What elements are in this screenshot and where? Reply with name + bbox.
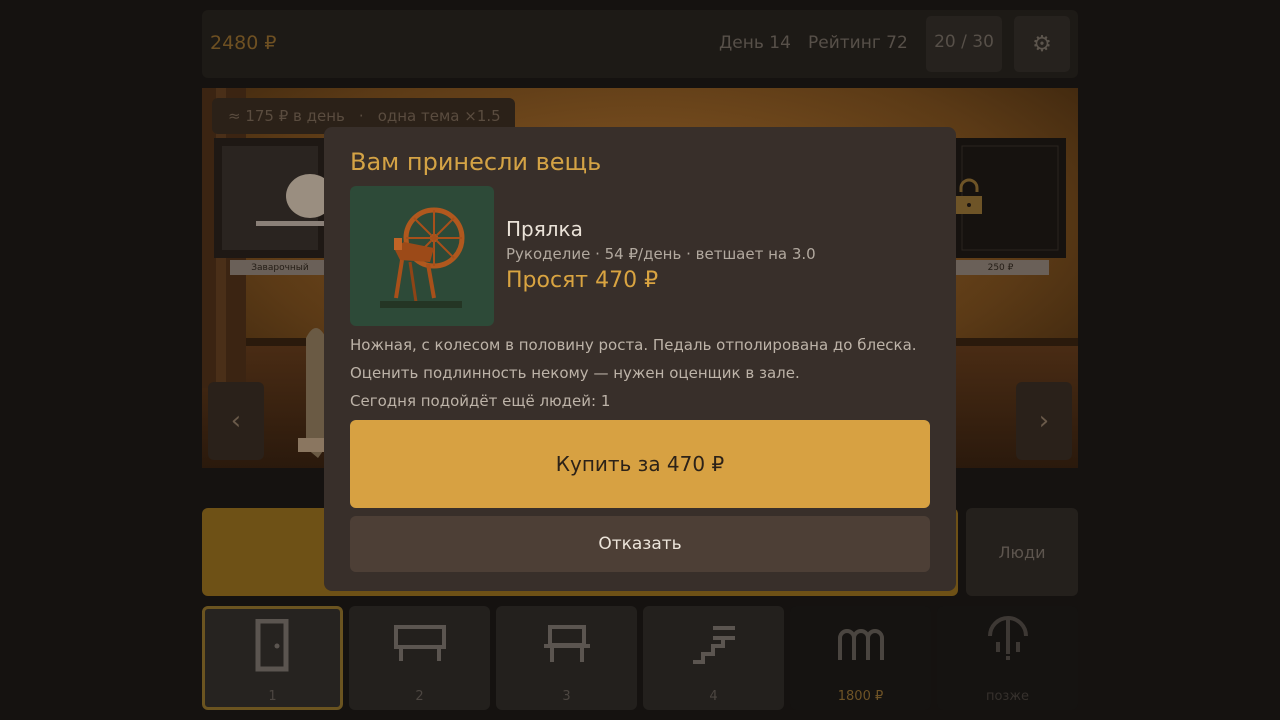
day-counter: День 14 xyxy=(719,33,791,53)
gear-icon: ⚙ xyxy=(1032,31,1052,57)
item-image xyxy=(350,186,494,326)
item-offer-modal: Вам принесли вещь Прялка Рукоделие · 54 … xyxy=(324,127,956,591)
top-bar: 2480 ₽ День 14 Рейтинг 72 20 / 30 ⚙ xyxy=(202,10,1078,78)
slot-price-label: 1800 ₽ xyxy=(837,689,884,704)
item-description: Ножная, с колесом в половину роста. Педа… xyxy=(350,336,917,354)
modal-title: Вам принесли вещь xyxy=(350,148,602,176)
lock-icon xyxy=(956,176,982,220)
room-slot-5[interactable]: 1800 ₽ xyxy=(790,606,931,710)
item-meta: Рукоделие · 54 ₽/день · ветшает на 3.0 xyxy=(506,245,816,263)
room-slot-6-locked: позже xyxy=(937,606,1078,710)
appraisal-note: Оценить подлинность некому — нужен оценщ… xyxy=(350,364,800,382)
next-room-button[interactable]: › xyxy=(1016,382,1072,460)
shelf-price-tag: Заварочный xyxy=(230,260,330,275)
visitors-remaining: Сегодня подойдёт ещё людей: 1 xyxy=(350,392,611,410)
stairs-icon xyxy=(643,624,784,664)
separator: · xyxy=(358,107,364,125)
slot-label: 4 xyxy=(709,689,718,704)
door-icon xyxy=(205,619,340,673)
spinning-wheel-icon xyxy=(380,207,465,308)
money-display: 2480 ₽ xyxy=(210,32,277,54)
settings-button[interactable]: ⚙ xyxy=(1014,16,1070,72)
theme-bonus-text: одна тема ×1.5 xyxy=(377,107,501,125)
arches-icon xyxy=(790,628,931,662)
slot-label: 2 xyxy=(415,689,424,704)
rating-display: Рейтинг 72 xyxy=(808,33,908,53)
room-slot-4[interactable]: 4 xyxy=(643,606,784,710)
income-text: ≈ 175 ₽ в день xyxy=(228,107,345,125)
capacity-counter: 20 / 30 xyxy=(926,16,1002,72)
people-button[interactable]: Люди xyxy=(966,508,1078,596)
chandelier-icon xyxy=(937,614,1078,662)
item-price: Просят 470 ₽ xyxy=(506,268,659,293)
shelf-price-tag: 250 ₽ xyxy=(952,260,1049,275)
chevron-right-icon: › xyxy=(1038,406,1050,436)
slot-label: позже xyxy=(985,689,1030,704)
buy-button[interactable]: Купить за 470 ₽ xyxy=(350,420,930,508)
decline-button[interactable]: Отказать xyxy=(350,516,930,572)
prev-room-button[interactable]: ‹ xyxy=(208,382,264,460)
room-slot-2[interactable]: 2 xyxy=(349,606,490,710)
chevron-left-icon: ‹ xyxy=(230,406,242,436)
room-slot-3[interactable]: 3 xyxy=(496,606,637,710)
slot-label: 1 xyxy=(268,689,277,704)
room-slot-1[interactable]: 1 xyxy=(202,606,343,710)
slot-label: 3 xyxy=(562,689,571,704)
item-name: Прялка xyxy=(506,217,583,241)
bench-icon xyxy=(496,624,637,664)
table-icon xyxy=(349,624,490,664)
